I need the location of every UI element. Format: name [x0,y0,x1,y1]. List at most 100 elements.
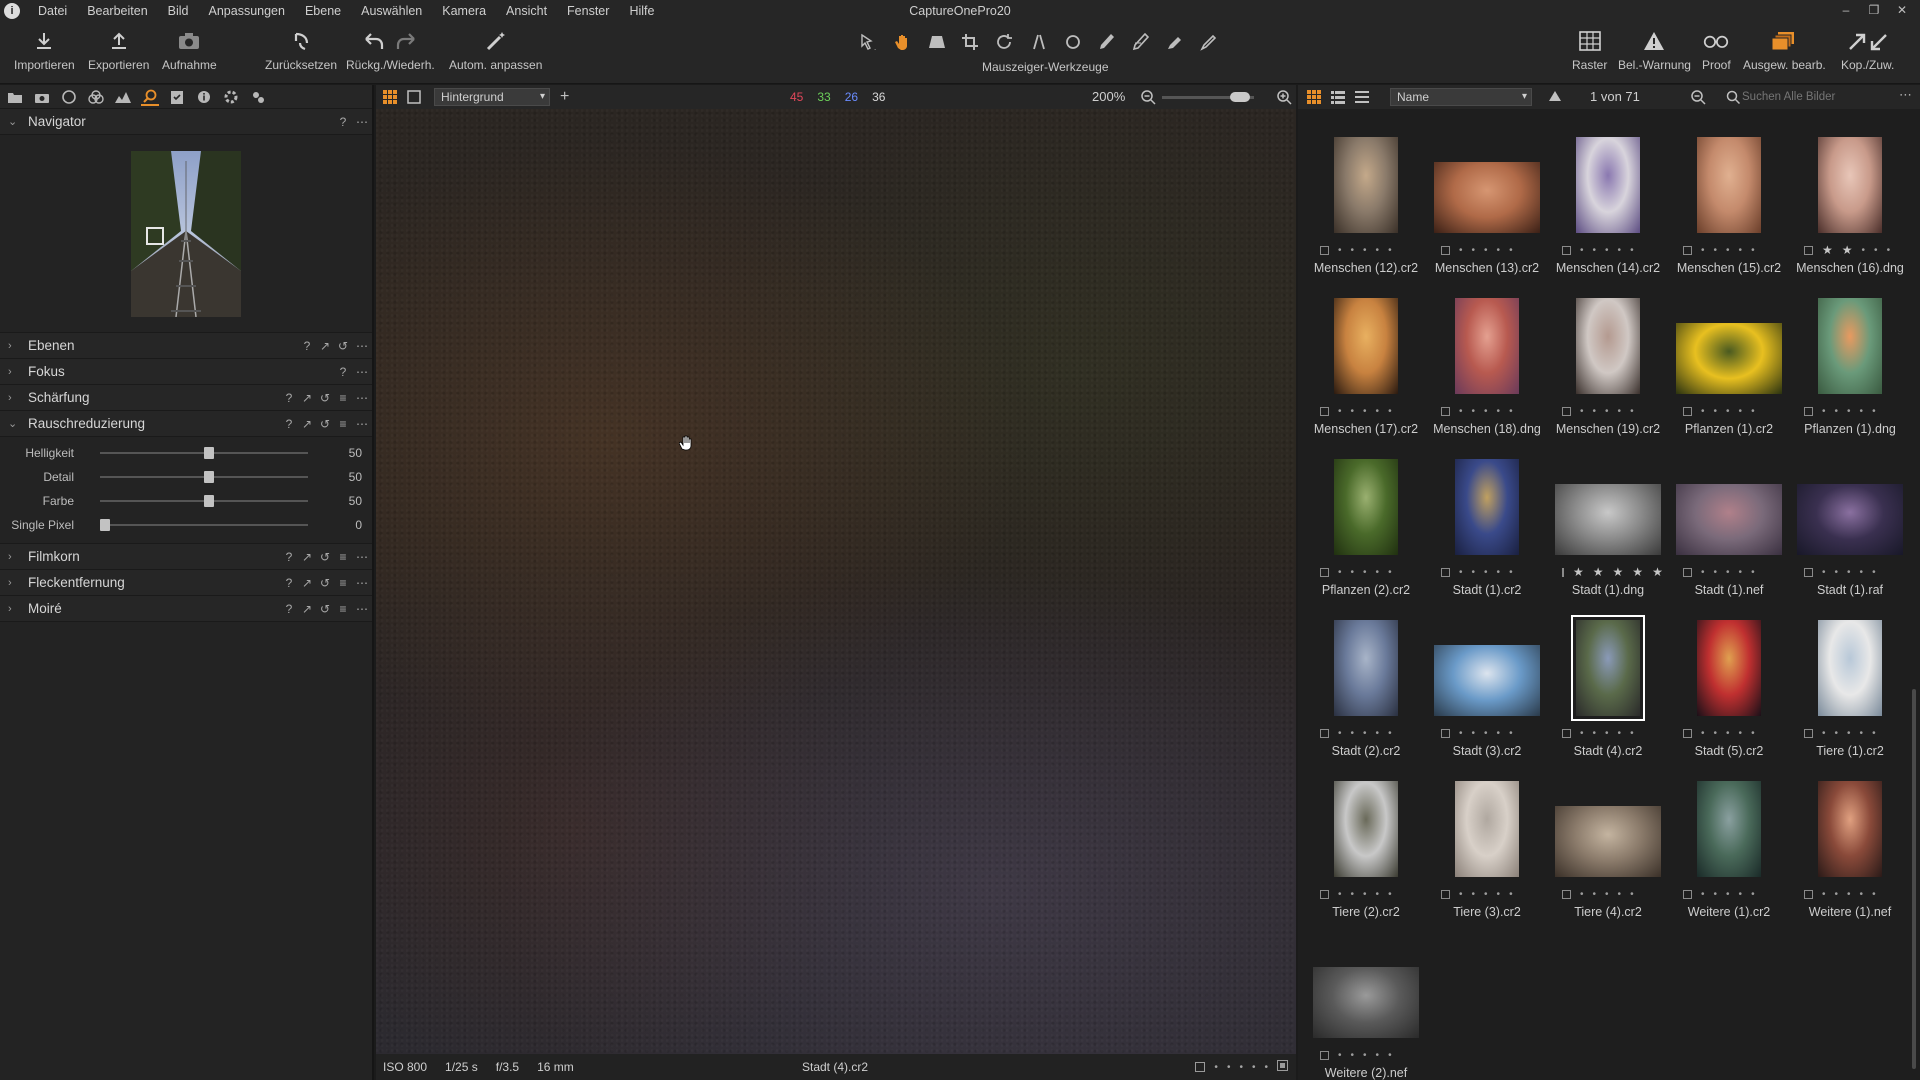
thumbnail-image[interactable] [1676,484,1782,555]
thumbnail-cell[interactable]: • • • • • Stadt (3).cr2 [1426,601,1548,762]
rating-dot[interactable]: • [1497,406,1501,417]
rating-dot[interactable]: • [1580,245,1584,256]
minimize-icon[interactable]: – [1832,0,1860,20]
help-icon[interactable]: ? [284,576,294,590]
rating-dot[interactable]: • [1739,889,1743,900]
exposure-warning-button[interactable]: Bel.-Warnung [1618,28,1691,72]
rating-dot[interactable]: • [1338,245,1342,256]
rating-dot[interactable]: • [1701,406,1705,417]
rating-dot[interactable]: • [1630,245,1634,256]
navigator-view-rect[interactable] [146,226,164,245]
rating-dot-2[interactable]: • [1227,1062,1231,1073]
slider-knob[interactable] [204,447,214,459]
rating-dot[interactable]: • [1835,406,1839,417]
search-input[interactable] [1722,88,1898,106]
rating-dot[interactable]: • [1580,728,1584,739]
rating-dot[interactable]: • [1630,406,1634,417]
thumbnail-cell[interactable]: • • • • • Weitere (1).nef [1789,762,1911,923]
thumbnail-image[interactable] [1818,137,1882,233]
checkbox-icon[interactable] [1441,567,1450,577]
menu-hilfe[interactable]: Hilfe [619,0,664,22]
menu-kamera[interactable]: Kamera [432,0,496,22]
rating-dot[interactable]: • [1484,889,1488,900]
rating-dot[interactable]: • [1497,567,1501,578]
checkbox-icon[interactable] [1562,728,1571,738]
sort-direction-icon[interactable] [1548,89,1562,106]
thumbnail-cell[interactable]: ★ ★ ★ ★ ★ Stadt (1).dng [1547,440,1669,601]
more-icon[interactable]: ⋯ [356,602,368,616]
rating-dot[interactable]: • [1497,728,1501,739]
thumbnail-cell[interactable]: • • • • • Pflanzen (2).cr2 [1305,440,1427,601]
rating-dot[interactable]: • [1472,728,1476,739]
star-icon[interactable]: ★ [1822,243,1833,257]
star-icon[interactable]: ★ [1573,565,1584,579]
menu-fenster[interactable]: Fenster [557,0,619,22]
thumbnail-cell[interactable]: • • • • • Weitere (2).nef [1305,923,1427,1080]
rating-dot[interactable]: • [1726,406,1730,417]
rating-dot[interactable]: • [1630,728,1634,739]
checkbox-icon[interactable] [1441,889,1450,899]
pan-hand-icon[interactable] [890,30,916,54]
reset-icon[interactable]: ↺ [320,602,330,616]
rating-dot[interactable]: • [1835,889,1839,900]
rating-dot[interactable]: • [1751,728,1755,739]
slider-track[interactable] [100,519,308,531]
thumbnail-cell[interactable]: • • • • • Menschen (12).cr2 [1305,118,1427,279]
slider-track[interactable] [100,495,308,507]
menu-ansicht[interactable]: Ansicht [496,0,557,22]
restore-icon[interactable]: ❐ [1860,0,1888,20]
rating-dot[interactable]: • [1388,728,1392,739]
checkbox-icon[interactable] [1320,1050,1329,1060]
zoom-out-icon[interactable] [1140,89,1156,108]
rating-dot[interactable]: • [1459,406,1463,417]
section-fleckentfernung[interactable]: › Fleckentfernung ? ↗ ↺ ≡ ⋯ [0,570,372,596]
rating-dot[interactable]: • [1388,406,1392,417]
help-icon[interactable]: ? [338,115,348,129]
presets-icon[interactable]: ≡ [338,391,348,405]
checkbox-icon[interactable] [1441,728,1450,738]
layer-select[interactable]: Hintergrund ▾ [434,88,550,106]
rating-dot[interactable]: • [1835,728,1839,739]
thumbnail-image[interactable] [1334,620,1398,716]
thumbnail-cell[interactable]: • • • • • Tiere (2).cr2 [1305,762,1427,923]
thumbnail-cell[interactable]: • • • • • Stadt (1).raf [1789,440,1911,601]
rating-dot[interactable]: • [1726,245,1730,256]
import-button[interactable]: Importieren [14,28,75,72]
thumbnail-image[interactable] [1571,615,1645,721]
thumbnail-image[interactable] [1697,137,1761,233]
capture-button[interactable]: Aufnahme [162,28,217,72]
rating-dot[interactable]: • [1862,245,1866,256]
rating-dot[interactable]: • [1363,567,1367,578]
rating-dot[interactable]: • [1726,728,1730,739]
rating-dot[interactable]: • [1822,406,1826,417]
rating-dot[interactable]: • [1388,1050,1392,1061]
zoom-in-icon[interactable] [1276,89,1292,108]
rating-dot[interactable]: • [1751,889,1755,900]
rating-dot[interactable]: • [1605,889,1609,900]
rating-dot[interactable]: • [1459,728,1463,739]
rating-dot[interactable]: • [1593,406,1597,417]
rating-dot-1[interactable]: • [1214,1062,1218,1073]
select-arrow-icon[interactable]: . [856,30,882,54]
help-icon[interactable]: ? [338,365,348,379]
thumbnail-image[interactable] [1434,162,1540,233]
checkbox-icon[interactable] [1804,889,1813,899]
rating-dot[interactable]: • [1363,1050,1367,1061]
section-ebenen[interactable]: › Ebenen ? ↗ ↺ ⋯ [0,333,372,359]
help-icon[interactable]: ? [284,417,294,431]
thumbnail-cell[interactable]: • • • • • Weitere (1).cr2 [1668,762,1790,923]
copy-icon[interactable]: ↗ [302,550,312,564]
rating-dot[interactable]: • [1872,728,1876,739]
rating-dot[interactable]: • [1618,728,1622,739]
thumbnail-cell[interactable]: • • • • • Tiere (1).cr2 [1789,601,1911,762]
rating-dot[interactable]: • [1351,889,1355,900]
rating-dot[interactable]: • [1459,889,1463,900]
rating-dot[interactable]: • [1860,889,1864,900]
slider-value[interactable]: 50 [349,494,362,508]
rating-dot[interactable]: • [1509,406,1513,417]
section-fokus[interactable]: › Fokus ? ⋯ [0,359,372,385]
more-icon[interactable]: ⋯ [356,391,368,405]
close-icon[interactable]: ✕ [1888,0,1916,20]
thumbnail-image[interactable] [1818,620,1882,716]
checkbox-icon[interactable] [1683,406,1692,416]
